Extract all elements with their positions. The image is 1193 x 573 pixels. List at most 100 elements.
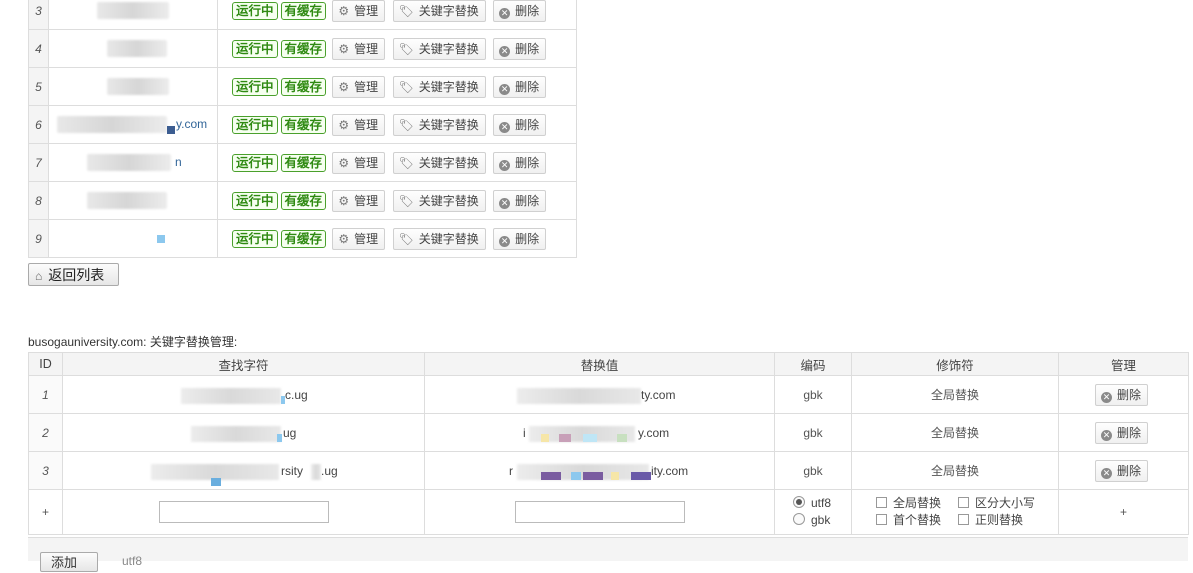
tag-icon: 🏷 [398,79,414,94]
table-row: 6 y.com 运行中 有缓存 ⚙ 管理 🏷 关键字替换 ✕ 删除 [28,105,577,144]
row-actions: 运行中 有缓存 ⚙ 管理 🏷 关键字替换 ✕ 删除 [217,143,577,182]
modifier-case-sensitive[interactable]: 区分大小写 [958,496,1035,510]
checkbox[interactable] [958,497,969,508]
modifier-regex[interactable]: 正则替换 [958,513,1023,527]
table-header-row: ID 查找字符 替换值 编码 修饰符 管理 [28,352,1189,376]
replace-input-cell [424,489,775,535]
row-number: 7 [28,143,49,182]
close-circle-icon: ✕ [1100,391,1112,403]
encoding-cell: gbk [774,413,852,452]
manage-button[interactable]: ⚙ 管理 [332,189,386,212]
header-modifier: 修饰符 [851,352,1059,376]
modifier-global[interactable]: 全局替换 [876,495,958,512]
running-badge: 运行中 [232,229,278,248]
gear-icon: ⚙ [338,155,350,170]
radio-button[interactable] [793,513,805,525]
replace-input[interactable] [514,501,685,523]
table-row: 1 c.ug ty.com gbk 全局替换 ✕ 删除 [28,375,1189,414]
checkbox[interactable] [876,497,887,508]
cached-badge: 有缓存 [280,77,327,96]
delete-button[interactable]: ✕ 删除 [493,227,547,250]
replace-text: ty.com [641,388,676,402]
table-row: 4 运行中 有缓存 ⚙ 管理 🏷 关键字替换 ✕ 删除 [28,29,577,68]
tag-icon: 🏷 [398,3,414,18]
delete-button[interactable]: ✕ 删除 [1094,383,1148,406]
find-cell: ug [62,413,425,452]
find-cell: c.ug [62,375,425,414]
footer-bar: 添加 utf8 [28,537,1188,572]
modifier-first[interactable]: 首个替换 [876,512,958,529]
add-row-manage-plus: + [1058,489,1189,535]
delete-button[interactable]: ✕ 删除 [493,37,547,60]
encoding-cell: gbk [774,375,852,414]
add-button[interactable]: 添加 [40,552,98,572]
encoding-option-gbk[interactable]: gbk [793,512,851,529]
row-actions: 运行中 有缓存 ⚙ 管理 🏷 关键字替换 ✕ 删除 [217,219,577,258]
add-rule-row: + utf8 gbk 全局替换 区分大小写 首个替换 正则替换 + [28,489,1189,535]
table-row: 5 运行中 有缓存 ⚙ 管理 🏷 关键字替换 ✕ 删除 [28,67,577,106]
manage-button[interactable]: ⚙ 管理 [332,0,386,22]
checkbox[interactable] [876,514,887,525]
running-badge: 运行中 [232,115,278,134]
manage-cell: ✕ 删除 [1058,413,1189,452]
delete-button[interactable]: ✕ 删除 [493,0,547,22]
table-row: 9 运行中 有缓存 ⚙ 管理 🏷 关键字替换 ✕ 删除 [28,219,577,258]
find-text: rsity [281,464,303,478]
keyword-replace-button[interactable]: 🏷 关键字替换 [392,113,486,136]
row-actions: 运行中 有缓存 ⚙ 管理 🏷 关键字替换 ✕ 删除 [217,29,577,68]
home-icon: ⌂ [35,269,43,283]
section-title: busogauniversity.com: 关键字替换管理: [28,335,238,349]
close-circle-icon: ✕ [1100,467,1112,479]
tag-icon: 🏷 [398,117,414,132]
delete-button[interactable]: ✕ 删除 [493,189,547,212]
site-host [48,29,218,68]
gear-icon: ⚙ [338,193,350,208]
find-input-cell [62,489,425,535]
header-replace: 替换值 [424,352,775,376]
site-host-suffix: y.com [176,117,208,131]
table-row: 8 运行中 有缓存 ⚙ 管理 🏷 关键字替换 ✕ 删除 [28,181,577,220]
checkbox[interactable] [958,514,969,525]
find-input[interactable] [158,501,329,523]
back-to-list-button[interactable]: ⌂ 返回列表 [28,263,119,286]
site-host [48,181,218,220]
row-number: 6 [28,105,49,144]
header-id: ID [28,352,63,376]
manage-button[interactable]: ⚙ 管理 [332,227,386,250]
manage-button[interactable]: ⚙ 管理 [332,75,386,98]
site-host-suffix: n [175,155,182,169]
delete-button[interactable]: ✕ 删除 [493,151,547,174]
header-manage: 管理 [1058,352,1189,376]
site-host [48,67,218,106]
radio-button[interactable] [793,496,805,508]
delete-button[interactable]: ✕ 删除 [1094,459,1148,482]
close-circle-icon: ✕ [499,121,511,133]
encoding-option-utf8[interactable]: utf8 [793,495,851,512]
delete-button[interactable]: ✕ 删除 [493,113,547,136]
site-host: n [48,143,218,182]
keyword-replace-button[interactable]: 🏷 关键字替换 [392,227,486,250]
cached-badge: 有缓存 [280,39,327,58]
delete-button[interactable]: ✕ 删除 [493,75,547,98]
find-text: ug [283,426,297,440]
manage-button[interactable]: ⚙ 管理 [332,151,386,174]
manage-button[interactable]: ⚙ 管理 [332,113,386,136]
keyword-replace-button[interactable]: 🏷 关键字替换 [392,37,486,60]
keyword-replace-button[interactable]: 🏷 关键字替换 [392,189,486,212]
cached-badge: 有缓存 [280,1,327,20]
cached-badge: 有缓存 [280,115,327,134]
table-row: 3 rsity .ug r ity.com gbk 全局替换 ✕ 删除 [28,451,1189,490]
keyword-replace-button[interactable]: 🏷 关键字替换 [392,0,486,22]
replace-text: ity.com [651,464,689,478]
manage-cell: ✕ 删除 [1058,375,1189,414]
close-circle-icon: ✕ [499,159,511,171]
replace-cell: r ity.com [424,451,775,490]
running-badge: 运行中 [232,1,278,20]
keyword-replace-button[interactable]: 🏷 关键字替换 [392,151,486,174]
delete-button[interactable]: ✕ 删除 [1094,421,1148,444]
replace-prefix: i [523,426,526,440]
running-badge: 运行中 [232,39,278,58]
keyword-replace-button[interactable]: 🏷 关键字替换 [392,75,486,98]
manage-button[interactable]: ⚙ 管理 [332,37,386,60]
row-number: 3 [28,0,49,30]
